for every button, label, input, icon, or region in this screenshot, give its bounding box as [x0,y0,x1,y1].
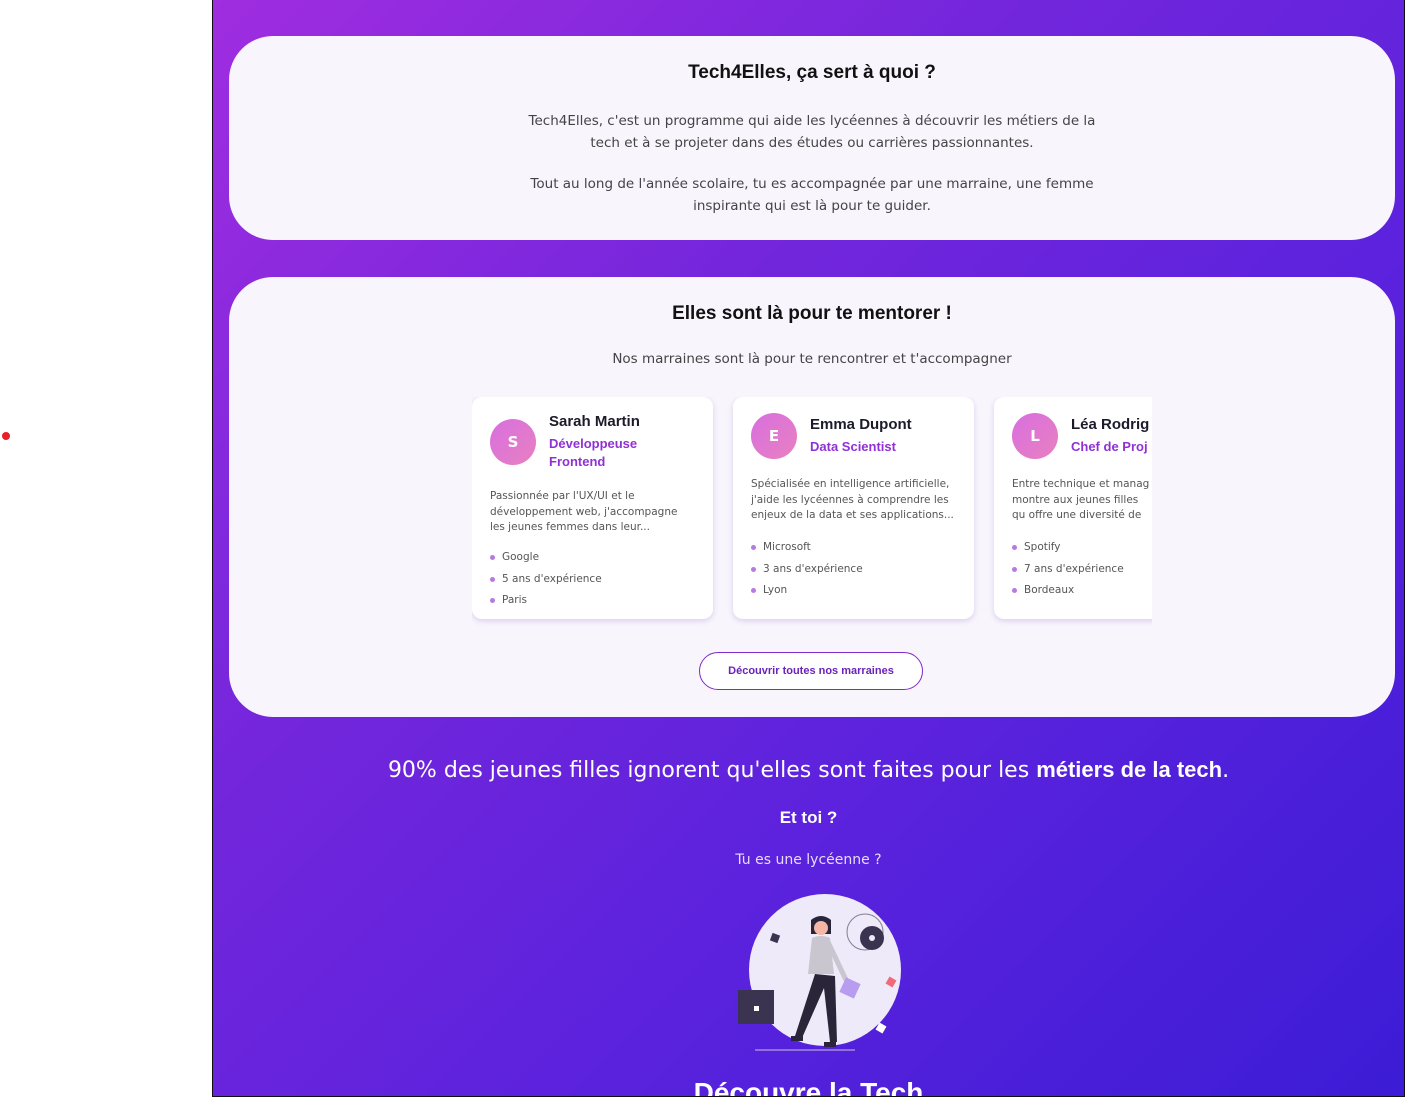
bullet-icon [1012,588,1017,594]
mentor-city: Paris [490,590,695,612]
mentor-experience-label: 5 ans d'expérience [502,572,602,585]
mentor-city: Lyon [751,580,956,602]
mentor-card[interactable]: E Emma Dupont Data Scientist Spécialisée… [733,397,974,619]
mentor-company-label: Google [502,551,540,563]
mentor-city-label: Bordeaux [1024,584,1075,596]
bullet-icon [751,566,756,572]
mentor-company: Microsoft [751,537,956,559]
mentor-city: Bordeaux [1012,580,1152,602]
about-title: Tech4Elles, ça sert à quoi ? [688,62,936,83]
mentor-experience-label: 7 ans d'expérience [1024,562,1124,575]
discover-mentors-button[interactable]: Découvrir toutes nos marraines [699,652,923,690]
bullet-icon [751,545,756,551]
lyceenne-question: Tu es une lycéenne ? [735,852,882,868]
mentor-card[interactable]: L Léa Rodrig Chef de Proj Entre techniqu… [994,397,1152,619]
mentor-city-label: Lyon [763,584,788,596]
bullet-icon [490,555,495,561]
girl-walking-illustration [738,894,901,1051]
bullet-icon [751,588,756,594]
mentor-card[interactable]: S Sarah Martin Développeuse Frontend Pas… [472,397,713,619]
about-paragraph-1: Tech4Elles, c'est un programme qui aide … [528,113,1096,151]
mentor-experience: 3 ans d'expérience [751,559,956,581]
mentor-name: Sarah Martin [549,413,640,430]
mentor-role: Chef de Proj [1071,439,1148,454]
bullet-icon [1012,545,1017,551]
mentor-role: Data Scientist [810,439,896,454]
bullet-icon [490,576,495,582]
page-viewport: Tech4Elles, ça sert à quoi ? Tech4Elles,… [212,0,1405,1097]
mentors-subtitle: Nos marraines sont là pour te rencontrer… [612,351,1012,367]
about-paragraph-2: Tout au long de l'année scolaire, tu es … [530,176,1094,214]
mentor-company-label: Spotify [1024,541,1061,553]
mentor-description: Spécialisée en intelligence artificielle… [751,478,954,521]
bullet-icon [490,598,495,604]
mentor-name: Emma Dupont [810,416,912,433]
stat-headline: 90% des jeunes filles ignorent qu'elles … [213,757,1404,783]
mentor-description: Entre technique et manag montre aux jeun… [1012,478,1150,521]
mentor-carousel[interactable]: S Sarah Martin Développeuse Frontend Pas… [472,397,1152,627]
cursor-indicator [2,432,10,440]
about-section: Tech4Elles, ça sert à quoi ? Tech4Elles,… [229,36,1395,240]
discover-tech-title: Découvre la Tech [693,1077,924,1097]
mentor-experience: 7 ans d'expérience [1012,559,1152,581]
mentor-name: Léa Rodrig [1071,416,1150,433]
avatar: S [490,419,536,465]
avatar: E [751,413,797,459]
mentor-company-label: Microsoft [763,541,811,553]
mentor-company: Spotify [1012,537,1152,559]
mentor-experience-label: 3 ans d'expérience [763,562,863,575]
bullet-icon [1012,566,1017,572]
mentors-section: Elles sont là pour te mentorer ! Nos mar… [229,277,1395,717]
avatar: L [1012,413,1058,459]
mentors-title: Elles sont là pour te mentorer ! [672,303,952,324]
stat-highlight: métiers de la tech [1036,757,1223,782]
mentor-city-label: Paris [502,594,527,606]
stat-prefix: 90% des jeunes filles ignorent qu'elles … [387,758,1037,783]
mentor-role: Développeuse Frontend [549,436,638,469]
question-heading: Et toi ? [779,808,838,827]
stat-suffix: . [1222,758,1230,783]
mentor-description: Passionnée par l'UX/UI et le développeme… [490,490,678,533]
mentor-company: Google [490,547,695,569]
mentor-experience: 5 ans d'expérience [490,569,695,591]
